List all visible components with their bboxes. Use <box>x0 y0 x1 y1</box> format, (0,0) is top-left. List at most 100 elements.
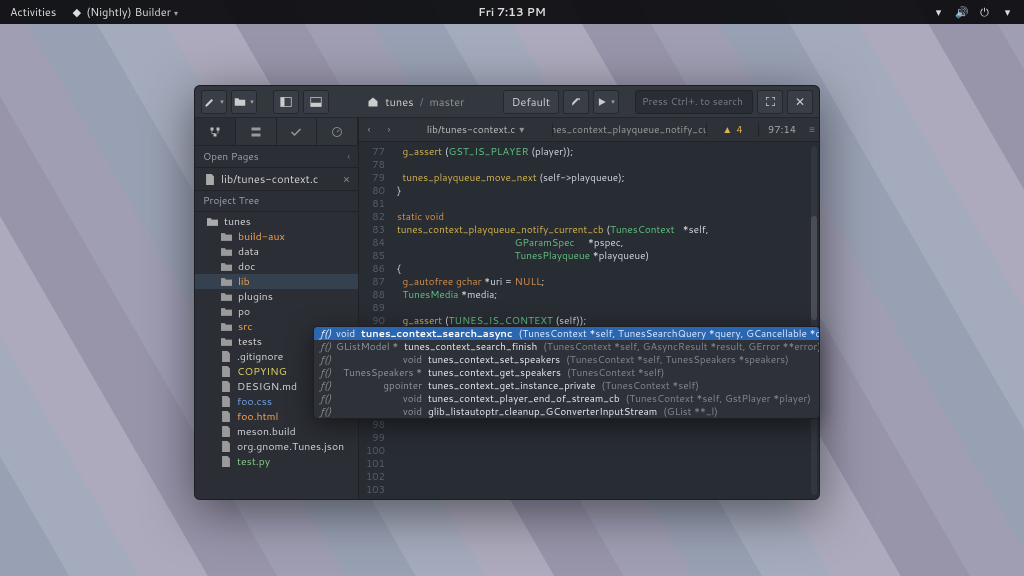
completion-return-type: void <box>336 405 422 419</box>
completion-name: tunes_context_search_async <box>361 327 512 341</box>
sidebar-tab-profiler[interactable] <box>317 118 358 145</box>
bottom-panel-toggle-button[interactable] <box>303 90 329 114</box>
tree-item[interactable]: po <box>195 304 358 319</box>
app-menu[interactable]: ◆ (Nightly) Builder <box>70 4 178 20</box>
diagnostics-button[interactable]: ▲ 4 <box>707 123 759 137</box>
file-icon <box>221 351 231 362</box>
tree-item-label: COPYING <box>237 365 287 379</box>
sidebar-tab-todo[interactable] <box>277 118 318 145</box>
sidebar-tab-symbols[interactable] <box>236 118 277 145</box>
gnome-top-bar: Activities ◆ (Nightly) Builder Fri 7:13 … <box>0 0 1024 24</box>
completion-return-type: void <box>336 327 355 341</box>
system-menu-chevron-icon[interactable]: ▾ <box>1001 4 1014 20</box>
code-body[interactable]: g_assert (GST_IS_PLAYER (player)); tunes… <box>391 142 819 499</box>
expand-icon <box>765 96 776 107</box>
tree-item[interactable]: build-aux <box>195 229 358 244</box>
tree-root[interactable]: tunes <box>195 214 358 229</box>
global-search[interactable]: Press Ctrl+. to search <box>635 90 753 114</box>
folder-icon <box>221 307 232 317</box>
completion-item[interactable]: ƒ()gpointertunes_context_get_instance_pr… <box>314 379 819 392</box>
folder-icon <box>221 262 232 272</box>
volume-icon[interactable]: 🔊 <box>955 4 968 20</box>
search-placeholder: Press Ctrl+. to search <box>642 95 743 109</box>
tab-menu-icon[interactable]: ≡ <box>805 123 819 137</box>
open-pages-header: Open Pages ‹ <box>195 146 358 168</box>
open-page-item[interactable]: lib/tunes-context.c × <box>195 168 358 190</box>
file-icon <box>221 426 231 437</box>
close-tab-icon[interactable]: × <box>343 171 350 187</box>
completion-popup[interactable]: ƒ()voidtunes_context_search_async (Tunes… <box>313 326 820 419</box>
play-icon <box>597 97 607 107</box>
editor: ‹ › lib/tunes-context.c ▾ ƒ tunes_contex… <box>359 118 819 499</box>
tree-item-label: data <box>238 245 259 259</box>
warning-icon: ▲ <box>722 123 732 137</box>
completion-item[interactable]: ƒ()voidglib_listautoptr_cleanup_GConvert… <box>314 405 819 418</box>
tree-item[interactable]: lib <box>195 274 358 289</box>
completion-return-type: TunesSpeakers * <box>336 366 422 380</box>
tree-item-label: foo.css <box>237 395 272 409</box>
builder-window: tunes / master Default Press Ctrl+. to s… <box>194 85 820 500</box>
completion-item[interactable]: ƒ()GListModel *tunes_context_search_fini… <box>314 340 819 353</box>
folder-icon <box>207 217 218 227</box>
collapse-icon[interactable]: ‹ <box>347 150 350 164</box>
network-icon[interactable]: ▾ <box>932 4 945 20</box>
sidebar-toggle-button[interactable] <box>273 90 299 114</box>
completion-name: tunes_context_player_end_of_stream_cb <box>428 392 620 406</box>
tree-item[interactable]: data <box>195 244 358 259</box>
line-column-indicator[interactable]: 97:14 <box>759 123 805 137</box>
completion-kind-icon: ƒ() <box>320 366 330 380</box>
project-tree-header: Project Tree <box>195 190 358 212</box>
scrollbar-thumb[interactable] <box>811 216 817 321</box>
completion-return-type: GListModel * <box>336 340 398 354</box>
nav-back-button[interactable]: ‹ <box>359 123 379 137</box>
titlebar: tunes / master Default Press Ctrl+. to s… <box>195 86 819 118</box>
open-menu[interactable] <box>231 90 257 114</box>
tree-item[interactable]: org.gnome.Tunes.json <box>195 439 358 454</box>
close-button[interactable]: ✕ <box>787 90 813 114</box>
completion-item[interactable]: ƒ()TunesSpeakers *tunes_context_get_spea… <box>314 366 819 379</box>
folder-icon <box>221 292 232 302</box>
scrollbar[interactable] <box>811 146 817 495</box>
completion-item[interactable]: ƒ()voidtunes_context_search_async (Tunes… <box>314 327 819 340</box>
close-icon: ✕ <box>795 93 805 110</box>
tree-item-label: .gitignore <box>237 350 283 364</box>
file-tab-symbol[interactable]: ƒ tunes_context_playqueue_notify_cu… ▾ <box>553 123 707 137</box>
build-button[interactable] <box>563 90 589 114</box>
tree-item-label: DESIGN.md <box>237 380 297 394</box>
folder-icon <box>221 322 232 332</box>
completion-return-type: void <box>336 353 422 367</box>
nav-forward-button[interactable]: › <box>379 123 399 137</box>
tree-item-label: doc <box>238 260 255 274</box>
tree-item[interactable]: doc <box>195 259 358 274</box>
gutter[interactable]: 7778798081828384858687888990919293949596… <box>359 142 391 499</box>
tree-icon <box>209 126 221 138</box>
hammer-icon <box>570 96 582 108</box>
tree-item[interactable]: meson.build <box>195 424 358 439</box>
sidebar-tab-project[interactable] <box>195 118 236 145</box>
completion-name: tunes_context_search_finish <box>404 340 537 354</box>
tree-item-label: foo.html <box>237 410 278 424</box>
tree-item[interactable]: test.py <box>195 454 358 469</box>
tree-item-label: meson.build <box>237 425 296 439</box>
code-view[interactable]: 7778798081828384858687888990919293949596… <box>359 142 819 499</box>
completion-kind-icon: ƒ() <box>320 379 330 393</box>
fullscreen-button[interactable] <box>757 90 783 114</box>
branch-name: master <box>429 94 464 110</box>
power-icon[interactable]: ⏻ <box>978 4 991 20</box>
completion-item[interactable]: ƒ()voidtunes_context_set_speakers (Tunes… <box>314 353 819 366</box>
clock[interactable]: Fri 7:13 PM <box>478 4 546 20</box>
activities-button[interactable]: Activities <box>10 4 56 20</box>
omnibar[interactable]: tunes / master <box>367 94 464 110</box>
chevron-down-icon[interactable]: ▾ <box>519 123 524 137</box>
new-document-menu[interactable] <box>201 90 227 114</box>
completion-item[interactable]: ƒ()voidtunes_context_player_end_of_strea… <box>314 392 819 405</box>
file-tab-primary[interactable]: lib/tunes-context.c ▾ <box>399 123 553 137</box>
tree-item[interactable]: plugins <box>195 289 358 304</box>
build-config-selector[interactable]: Default <box>503 90 559 114</box>
check-icon <box>290 126 302 138</box>
tree-item-label: tests <box>238 335 262 349</box>
run-button[interactable] <box>593 90 619 114</box>
file-icon <box>221 381 231 392</box>
completion-name: tunes_context_set_speakers <box>428 353 560 367</box>
editor-tab-bar: ‹ › lib/tunes-context.c ▾ ƒ tunes_contex… <box>359 118 819 142</box>
